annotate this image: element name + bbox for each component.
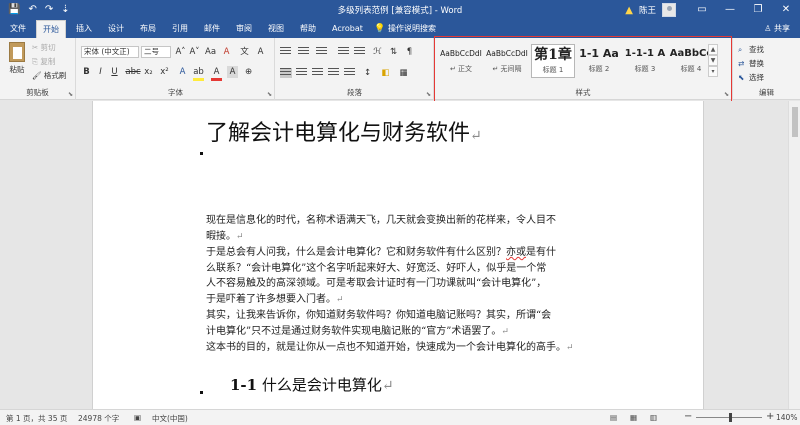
align-left-icon[interactable] bbox=[280, 68, 292, 78]
list-marker bbox=[200, 152, 203, 155]
justify-icon[interactable] bbox=[328, 68, 340, 78]
font-group-label: 字体 bbox=[168, 88, 183, 97]
decrease-indent-icon[interactable] bbox=[338, 47, 350, 57]
italic-button[interactable]: I bbox=[95, 66, 106, 78]
select-button[interactable]: ⬉ 选择 bbox=[738, 72, 764, 83]
list-marker bbox=[200, 391, 203, 394]
chinese-layout-icon[interactable]: ℋ bbox=[372, 46, 383, 58]
document-title[interactable]: 了解会计电算化与财务软件↵ bbox=[206, 115, 482, 147]
superscript-button[interactable]: x² bbox=[159, 66, 170, 78]
char-shading-icon[interactable]: A bbox=[227, 66, 238, 78]
highlight-icon[interactable]: ab bbox=[193, 66, 204, 81]
copy-button[interactable]: ⎘ 复制 bbox=[32, 56, 55, 67]
bullets-icon[interactable] bbox=[280, 47, 292, 57]
lightbulb-icon: 💡 bbox=[374, 24, 386, 34]
paste-button[interactable]: 粘贴 bbox=[6, 42, 28, 75]
grow-font-icon[interactable]: A˄ bbox=[175, 46, 186, 58]
ribbon-display-icon[interactable]: ▭ bbox=[688, 0, 716, 20]
shading-icon[interactable]: ◧ bbox=[380, 67, 391, 79]
page-count[interactable]: 第 1 页，共 35 页 bbox=[6, 413, 67, 424]
change-case-icon[interactable]: Aa bbox=[205, 46, 216, 58]
tab-file[interactable]: 文件 bbox=[4, 20, 32, 38]
replace-button[interactable]: ⇄ 替换 bbox=[738, 58, 764, 69]
warning-icon[interactable]: ▲ bbox=[625, 5, 633, 16]
text-effects-icon[interactable]: A bbox=[177, 66, 188, 78]
print-layout-icon[interactable]: ▦ bbox=[630, 413, 637, 422]
replace-icon: ⇄ bbox=[738, 59, 745, 68]
align-center-icon[interactable] bbox=[296, 68, 308, 78]
paste-icon bbox=[9, 42, 25, 62]
body-text[interactable]: 现在是信息化的时代，名称术语满天飞，几天就会变换出新的花样来，令人目不 暇接。↵… bbox=[206, 213, 640, 357]
char-border-icon[interactable]: A bbox=[255, 46, 266, 58]
tab-help[interactable]: 帮助 bbox=[294, 20, 322, 38]
shrink-font-icon[interactable]: A˅ bbox=[189, 46, 200, 58]
clipboard-group: 粘贴 ✂ 剪切 ⎘ 复制 🖌 格式刷 剪贴板 ⬊ bbox=[0, 38, 76, 100]
cut-button[interactable]: ✂ 剪切 bbox=[32, 42, 56, 53]
font-group: 宋体 (中文正) 二号 A˄ A˅ Aa A 文 A B I U abc x₂ … bbox=[77, 38, 275, 100]
section-heading[interactable]: 1-1 什么是会计电算化↵ bbox=[230, 374, 394, 395]
document-area: 了解会计电算化与财务软件↵ 现在是信息化的时代，名称术语满天飞，几天就会变换出新… bbox=[0, 101, 800, 409]
title-bar: 💾 ↶ ↷ ⇣ 多级列表范例 [兼容模式] - Word ▲ 陈王 ▭ — ❐ … bbox=[0, 0, 800, 20]
borders-icon[interactable]: ▦ bbox=[398, 67, 409, 79]
dialog-launcher-icon[interactable]: ⬊ bbox=[267, 91, 272, 98]
tell-me-search[interactable]: 操作说明搜索 bbox=[388, 20, 436, 38]
web-layout-icon[interactable]: ▥ bbox=[650, 413, 657, 422]
tab-references[interactable]: 引用 bbox=[166, 20, 194, 38]
styles-highlight-outline bbox=[434, 36, 732, 104]
scroll-thumb[interactable] bbox=[792, 107, 798, 137]
editing-group-label: 编辑 bbox=[759, 88, 774, 97]
restore-button[interactable]: ❐ bbox=[744, 0, 772, 20]
proofing-icon[interactable]: ▣ bbox=[134, 413, 141, 422]
align-right-icon[interactable] bbox=[312, 68, 324, 78]
minimize-button[interactable]: — bbox=[716, 0, 744, 20]
language[interactable]: 中文(中国) bbox=[152, 413, 188, 424]
numbering-icon[interactable] bbox=[298, 47, 310, 57]
share-button[interactable]: ♙ 共享 bbox=[764, 20, 790, 38]
tab-review[interactable]: 审阅 bbox=[230, 20, 258, 38]
zoom-out-button[interactable]: − bbox=[684, 411, 692, 422]
tab-acrobat[interactable]: Acrobat bbox=[326, 20, 369, 38]
search-icon: ⌕ bbox=[738, 45, 743, 54]
tab-view[interactable]: 视图 bbox=[262, 20, 290, 38]
zoom-level[interactable]: 140% bbox=[776, 413, 797, 422]
avatar[interactable] bbox=[662, 3, 676, 17]
font-size-select[interactable]: 二号 bbox=[141, 46, 171, 58]
select-icon: ⬉ bbox=[738, 73, 745, 82]
read-mode-icon[interactable]: ▤ bbox=[610, 413, 617, 422]
phonetic-icon[interactable]: 文 bbox=[239, 46, 250, 58]
status-bar: 第 1 页，共 35 页 24978 个字 ▣ 中文(中国) ▤ ▦ ▥ − +… bbox=[0, 409, 800, 425]
tab-home[interactable]: 开始 bbox=[36, 20, 66, 38]
increase-indent-icon[interactable] bbox=[354, 47, 366, 57]
distributed-icon[interactable] bbox=[344, 68, 356, 78]
word-count[interactable]: 24978 个字 bbox=[78, 413, 119, 424]
underline-button[interactable]: U bbox=[109, 66, 120, 78]
dialog-launcher-icon[interactable]: ⬊ bbox=[426, 91, 431, 98]
user-name[interactable]: 陈王 bbox=[639, 4, 656, 16]
clear-format-icon[interactable]: A bbox=[221, 46, 232, 58]
multilevel-list-icon[interactable] bbox=[316, 47, 328, 57]
sort-icon[interactable]: ⇅ bbox=[388, 46, 399, 58]
font-color-icon[interactable]: A bbox=[211, 66, 222, 81]
font-name-select[interactable]: 宋体 (中文正) bbox=[81, 46, 139, 58]
tab-insert[interactable]: 插入 bbox=[70, 20, 98, 38]
close-button[interactable]: ✕ bbox=[772, 0, 800, 20]
tab-layout[interactable]: 布局 bbox=[134, 20, 162, 38]
format-painter-button[interactable]: 🖌 格式刷 bbox=[32, 70, 66, 81]
tab-design[interactable]: 设计 bbox=[102, 20, 130, 38]
paragraph-group-label: 段落 bbox=[347, 88, 362, 97]
dialog-launcher-icon[interactable]: ⬊ bbox=[68, 91, 73, 98]
zoom-in-button[interactable]: + bbox=[766, 411, 774, 422]
clipboard-group-label: 剪贴板 bbox=[26, 88, 49, 97]
paragraph-group: ℋ ⇅ ¶ ↕ ◧ ▦ 段落 ⬊ bbox=[276, 38, 434, 100]
show-marks-icon[interactable]: ¶ bbox=[404, 46, 415, 58]
strikethrough-button[interactable]: abc bbox=[125, 66, 141, 78]
bold-button[interactable]: B bbox=[81, 66, 92, 78]
zoom-slider-thumb[interactable] bbox=[729, 413, 732, 422]
enclose-char-icon[interactable]: ⊕ bbox=[243, 66, 254, 78]
line-spacing-icon[interactable]: ↕ bbox=[362, 67, 373, 79]
vertical-scrollbar[interactable] bbox=[788, 101, 800, 409]
subscript-button[interactable]: x₂ bbox=[143, 66, 154, 78]
tab-mailings[interactable]: 邮件 bbox=[198, 20, 226, 38]
find-button[interactable]: ⌕ 查找 bbox=[738, 44, 764, 55]
